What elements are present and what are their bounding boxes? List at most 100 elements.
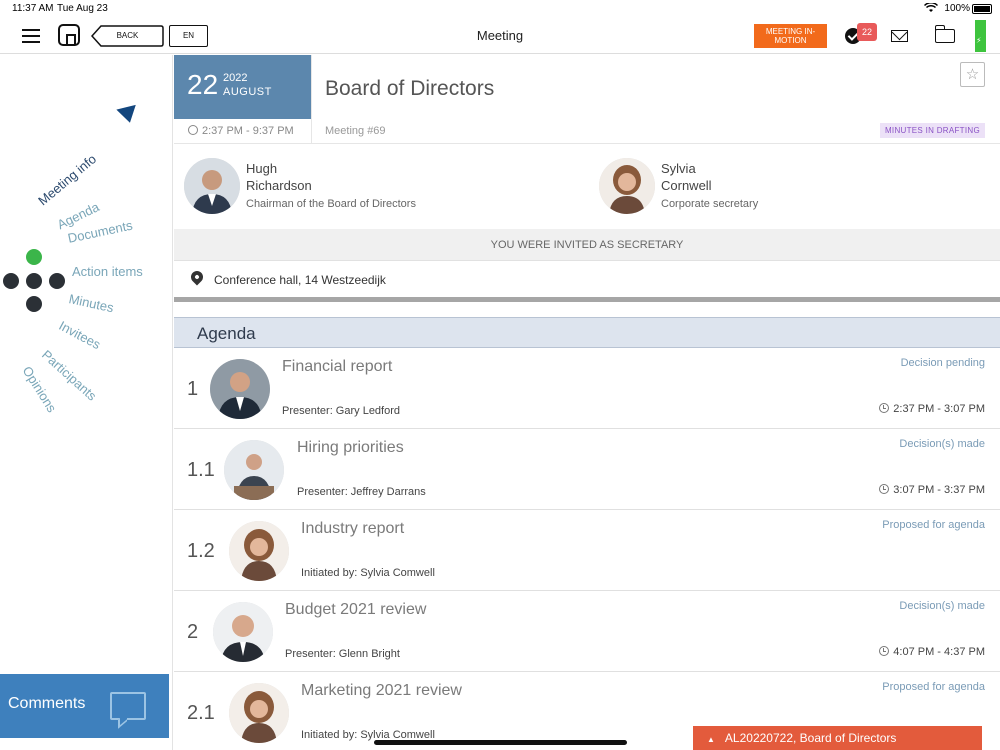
agenda-item-status: Decision(s) made (899, 438, 985, 450)
clock-icon (879, 484, 890, 494)
initiator-avatar (229, 521, 289, 581)
agenda-item-time: 3:07 PM - 3:37 PM (879, 484, 985, 496)
menu-icon[interactable] (22, 29, 40, 43)
meeting-time-text: 2:37 PM - 9:37 PM (202, 125, 294, 137)
power-status-icon (975, 20, 986, 52)
secretary-role: Corporate secretary (661, 198, 759, 210)
chairman-name: Hugh Richardson (246, 160, 312, 194)
agenda-item-1-1[interactable]: 1.1 Hiring priorities Presenter: Jeffrey… (174, 430, 1000, 510)
initiator-avatar (229, 683, 289, 743)
presenter-avatar (213, 602, 273, 662)
agenda-item-1-2[interactable]: 1.2 Industry report Initiated by: Sylvia… (174, 511, 1000, 591)
main-content: 22 2022 AUGUST Board of Directors ☆ 2:37… (174, 55, 1000, 750)
agenda-header-label: Agenda (197, 324, 256, 343)
sidebar-item-meeting-info[interactable]: Meeting info (35, 151, 99, 208)
chairman-avatar (184, 158, 240, 214)
sidebar-item-invitees[interactable]: Invitees (56, 318, 103, 352)
meeting-subline: 2:37 PM - 9:37 PM Meeting #69 MINUTES IN… (174, 119, 1000, 144)
nav-dot-down[interactable] (26, 296, 42, 312)
secretary-name: Sylvia Cornwell (661, 160, 712, 194)
status-time: 11:37 AM (12, 3, 54, 14)
agenda-item-number: 1.1 (187, 459, 215, 481)
active-meeting-label: AL20220722, Board of Directors (724, 731, 897, 745)
agenda-item-2[interactable]: 2 Budget 2021 review Presenter: Glenn Br… (174, 592, 1000, 672)
chairman-role: Chairman of the Board of Directors (246, 198, 416, 210)
secretary-last-name: Cornwell (661, 178, 712, 193)
agenda-item-status: Decision pending (900, 357, 985, 369)
comments-label: Comments (8, 695, 86, 712)
agenda-item-time-text: 2:37 PM - 3:07 PM (893, 403, 985, 415)
nav-dot-right[interactable] (49, 273, 65, 289)
agenda-item-title: Marketing 2021 review (301, 682, 462, 699)
meeting-day: 22 (187, 69, 219, 100)
location-row[interactable]: Conference hall, 14 Westzeedijk (174, 262, 1000, 299)
notification-badge[interactable]: 22 (857, 23, 877, 41)
meeting-date-box: 22 2022 AUGUST (174, 55, 311, 119)
meeting-month: AUGUST (223, 86, 272, 98)
invitation-banner: YOU WERE INVITED AS SECRETARY (174, 229, 1000, 261)
agenda-item-time-text: 3:07 PM - 3:37 PM (893, 484, 985, 496)
agenda-item-time: 2:37 PM - 3:07 PM (879, 403, 985, 415)
agenda-item-presenter: Presenter: Gary Ledford (282, 405, 401, 417)
presenter-avatar (224, 440, 284, 500)
meeting-number: Meeting #69 (325, 125, 386, 137)
meeting-time-range: 2:37 PM - 9:37 PM (188, 125, 294, 137)
status-bar: 11:37 AM Tue Aug 23 100% (0, 0, 1000, 18)
agenda-item-number: 2.1 (187, 702, 215, 724)
agenda-header: Agenda (174, 317, 1000, 348)
agenda-item-title: Financial report (282, 358, 393, 375)
agenda-item-presenter: Presenter: Jeffrey Darrans (297, 486, 426, 498)
active-meeting-bar[interactable]: ▲ AL20220722, Board of Directors (693, 726, 982, 750)
folder-icon[interactable] (934, 25, 955, 43)
expand-up-icon: ▲ (707, 735, 715, 744)
agenda-item-title: Industry report (301, 520, 405, 537)
presenter-avatar (210, 359, 270, 419)
agenda-item-number: 2 (187, 621, 199, 643)
home-icon[interactable] (58, 24, 80, 46)
location-text: Conference hall, 14 Westzeedijk (214, 273, 386, 287)
agenda-item-initiator: Initiated by: Sylvia Comwell (301, 567, 435, 579)
agenda-item-status: Decision(s) made (899, 600, 985, 612)
meeting-in-motion-button[interactable]: MEETING IN-MOTION (754, 24, 827, 48)
top-navbar: BACK EN Meeting MEETING IN-MOTION 22 (0, 18, 1000, 54)
location-pin-icon (188, 268, 206, 286)
agenda-item-status: Proposed for agenda (882, 519, 985, 531)
clock-icon (188, 125, 198, 135)
home-indicator[interactable] (374, 740, 627, 745)
battery-percent: 100% (944, 3, 970, 14)
language-button[interactable]: EN (169, 25, 208, 47)
clock-icon (879, 403, 890, 413)
chairman-first-name: Hugh (246, 161, 278, 176)
section-divider (174, 297, 1000, 302)
agenda-item-1[interactable]: 1 Financial report Presenter: Gary Ledfo… (174, 349, 1000, 429)
sidebar-item-minutes[interactable]: Minutes (67, 291, 115, 315)
nav-dot-left[interactable] (3, 273, 19, 289)
nav-dot-up[interactable] (26, 249, 42, 265)
sidebar: Meeting info Agenda Documents Action ite… (0, 55, 173, 750)
agenda-item-title: Budget 2021 review (285, 601, 427, 618)
agenda-item-number: 1 (187, 378, 199, 400)
status-date: Tue Aug 23 (57, 3, 108, 14)
agenda-item-time-text: 4:07 PM - 4:37 PM (893, 646, 985, 658)
clock-icon (879, 646, 890, 656)
chairman-last-name: Richardson (246, 178, 312, 193)
agenda-item-title: Hiring priorities (297, 439, 404, 456)
meeting-title: Board of Directors (325, 77, 495, 100)
wifi-icon (923, 1, 939, 16)
agenda-item-status: Proposed for agenda (882, 681, 985, 693)
sidebar-item-action-items[interactable]: Action items (72, 264, 143, 279)
back-button[interactable]: BACK (91, 25, 164, 47)
nav-dot-center[interactable] (26, 273, 42, 289)
favorite-star-icon[interactable]: ☆ (960, 62, 985, 87)
navigation-pointer-icon (116, 104, 140, 126)
agenda-item-presenter: Presenter: Glenn Bright (285, 648, 400, 660)
secretary-first-name: Sylvia (661, 161, 696, 176)
meeting-year: 2022 (223, 72, 248, 84)
comments-panel[interactable]: Comments (0, 674, 169, 738)
secretary-avatar (599, 158, 655, 214)
agenda-item-number: 1.2 (187, 540, 215, 562)
mail-icon[interactable] (891, 30, 908, 42)
back-button-label: BACK (116, 31, 139, 40)
comment-bubble-icon (110, 692, 146, 720)
battery-icon (972, 4, 992, 14)
